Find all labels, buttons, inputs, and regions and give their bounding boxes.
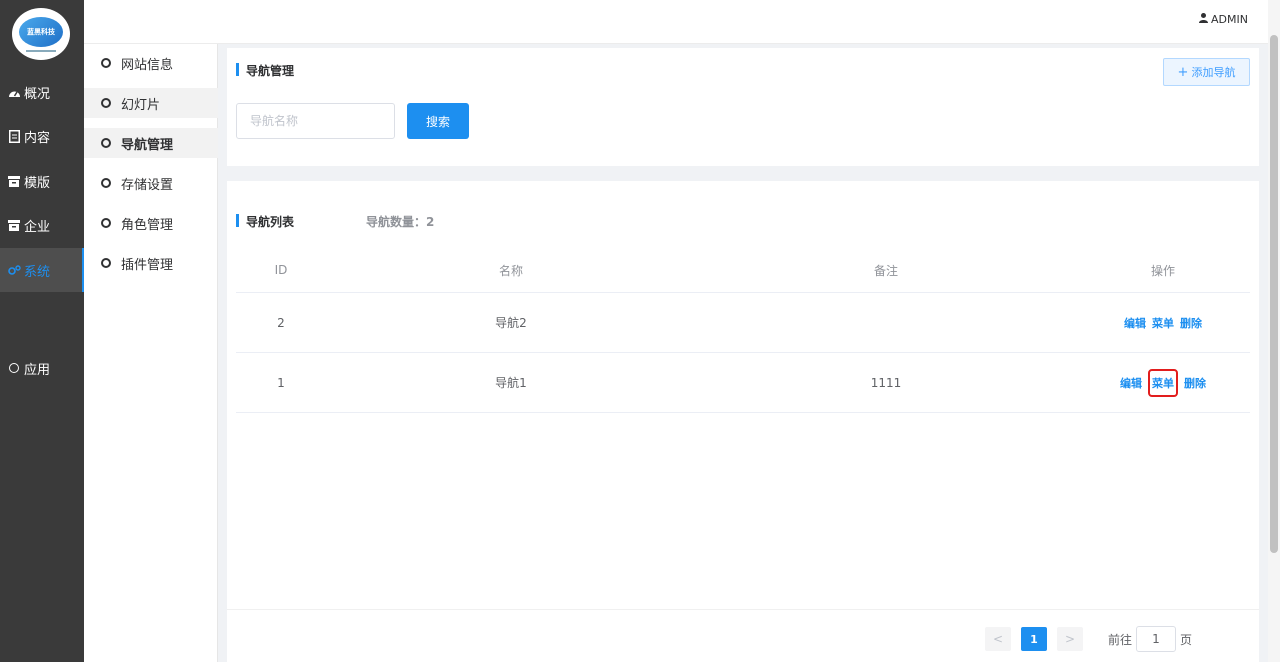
chevron-left-icon: <: [992, 632, 1004, 646]
table-header-row: ID 名称 备注 操作: [236, 248, 1250, 293]
sidebar-item-label: 应用: [24, 362, 51, 378]
scrollbar-thumb[interactable]: [1270, 35, 1278, 553]
page-title: 导航管理: [236, 62, 294, 79]
user-icon: [1199, 13, 1209, 26]
chevron-right-icon: >: [1064, 632, 1076, 646]
navigation-name-input[interactable]: [236, 103, 395, 139]
navigation-table: ID 名称 备注 操作 2 导航2 编辑 菜单 删除 1 导航1 1111 编辑…: [236, 248, 1250, 413]
sidebar-item-label: 企业: [24, 219, 51, 235]
logo-underline: [26, 49, 56, 52]
delete-link[interactable]: 删除: [1180, 315, 1202, 331]
edit-link[interactable]: 编辑: [1120, 375, 1142, 391]
column-header-id: ID: [274, 263, 288, 277]
sidebar-item-label: 概况: [24, 86, 51, 102]
sidebar-item-label: 系统: [24, 264, 51, 280]
submenu-item-site-info[interactable]: 网站信息: [84, 48, 218, 78]
menu-link-highlighted[interactable]: 菜单: [1148, 368, 1178, 397]
submenu-item-label: 幻灯片: [121, 97, 161, 113]
column-header-actions: 操作: [1150, 263, 1175, 278]
cell-actions: 编辑 菜单 删除: [1076, 293, 1250, 352]
circle-icon: [7, 361, 21, 375]
sidebar-item-enterprise[interactable]: 企业: [0, 203, 84, 247]
delete-link[interactable]: 删除: [1184, 375, 1206, 391]
cell-note: 1111: [870, 375, 902, 390]
edit-link[interactable]: 编辑: [1124, 315, 1146, 331]
company-logo[interactable]: 蓝黑科技: [12, 8, 70, 60]
cell-actions: 编辑 菜单 删除: [1076, 353, 1250, 412]
menu-link[interactable]: 菜单: [1152, 315, 1174, 331]
submenu-item-plugins[interactable]: 插件管理: [84, 248, 218, 278]
page-number-current[interactable]: 1: [1021, 627, 1047, 651]
logo-text: 蓝黑科技: [27, 27, 55, 36]
settings-icon: [7, 263, 21, 277]
dashboard-icon: [7, 85, 21, 99]
submenu-item-label: 角色管理: [121, 217, 174, 233]
list-title: 导航列表: [236, 213, 294, 230]
submenu-item-label: 存储设置: [121, 177, 174, 193]
table-row: 1 导航1 1111 编辑 菜单 删除: [236, 353, 1250, 413]
page-scrollbar[interactable]: [1268, 0, 1280, 662]
sidebar-item-system[interactable]: 系统: [0, 248, 84, 292]
pagination: < 1 > 前往 页: [227, 609, 1259, 662]
submenu-item-navigation[interactable]: 导航管理: [84, 128, 218, 158]
sidebar-item-label: 模版: [24, 175, 51, 191]
circle-icon: [101, 218, 111, 228]
prev-page-button[interactable]: <: [985, 627, 1011, 651]
sidebar-item-template[interactable]: 模版: [0, 159, 84, 203]
user-menu[interactable]: ADMIN: [1199, 13, 1248, 26]
cell-id: 1: [277, 375, 285, 390]
column-header-note: 备注: [873, 263, 898, 278]
plus-icon: +: [1177, 64, 1189, 80]
sidebar-item-overview[interactable]: 概况: [0, 70, 84, 114]
goto-prefix: 前往: [1108, 633, 1133, 647]
secondary-menu: 网站信息 幻灯片 导航管理 存储设置 角色管理 插件管理: [84, 44, 218, 662]
cell-name: 导航2: [495, 316, 527, 330]
submenu-item-slides[interactable]: 幻灯片: [84, 88, 218, 118]
next-page-button[interactable]: >: [1057, 627, 1083, 651]
submenu-item-label: 网站信息: [121, 57, 174, 73]
enterprise-icon: [7, 218, 21, 232]
top-header: ADMIN: [84, 0, 1268, 44]
submenu-item-storage[interactable]: 存储设置: [84, 168, 218, 198]
cell-id: 2: [277, 315, 285, 330]
submenu-item-roles[interactable]: 角色管理: [84, 208, 218, 238]
submenu-item-label: 插件管理: [121, 257, 174, 273]
sidebar-item-content[interactable]: 内容: [0, 114, 84, 158]
cell-name: 导航1: [495, 376, 527, 390]
add-navigation-label: 添加导航: [1191, 66, 1236, 79]
circle-icon: [101, 138, 111, 148]
main-sidebar: 蓝黑科技 概况 内容 模版 企业 系统 应用: [0, 0, 84, 662]
logo-icon: 蓝黑科技: [19, 16, 63, 47]
search-panel: 导航管理 + 添加导航 搜索: [227, 48, 1259, 166]
navigation-count: 导航数量：2: [366, 215, 435, 229]
sidebar-item-label: 内容: [24, 130, 51, 146]
navigation-list-panel: 导航列表 导航数量：2 ID 名称 备注 操作 2 导航2 编辑 菜单 删除 1…: [227, 181, 1259, 662]
cell-note: [696, 293, 1076, 352]
template-icon: [7, 174, 21, 188]
document-icon: [7, 129, 21, 143]
table-row: 2 导航2 编辑 菜单 删除: [236, 293, 1250, 353]
user-name: ADMIN: [1211, 13, 1248, 26]
goto-suffix: 页: [1180, 633, 1193, 647]
search-button[interactable]: 搜索: [407, 103, 469, 139]
circle-icon: [101, 178, 111, 188]
goto-page-input[interactable]: [1136, 626, 1176, 652]
circle-icon: [101, 258, 111, 268]
submenu-item-label: 导航管理: [121, 137, 174, 153]
circle-icon: [101, 98, 111, 108]
circle-icon: [101, 58, 111, 68]
sidebar-item-apps[interactable]: 应用: [0, 346, 84, 390]
column-header-name: 名称: [498, 263, 523, 278]
add-navigation-button[interactable]: + 添加导航: [1163, 58, 1250, 86]
